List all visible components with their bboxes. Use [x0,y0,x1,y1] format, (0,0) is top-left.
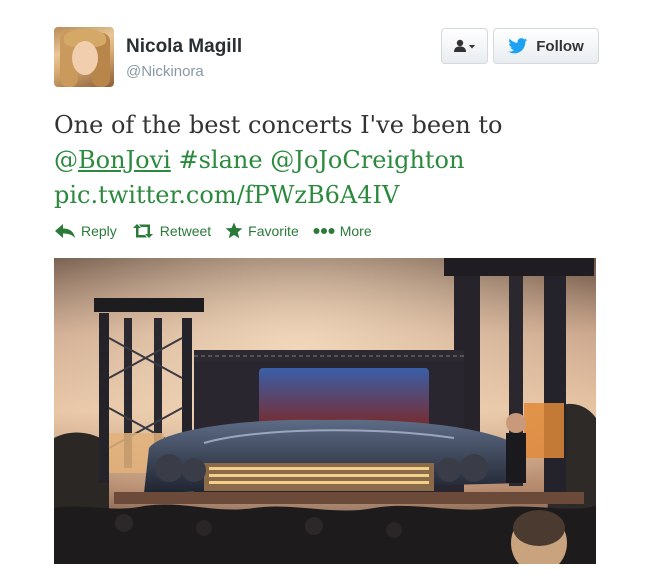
tweet-text: One of the best concerts I've been to @B… [54,108,594,213]
mention-name: BonJovi [78,146,171,174]
more-label: More [339,222,372,239]
retweet-icon [132,223,153,238]
hashtag-slane[interactable]: #slane [179,146,263,174]
tweet-photo[interactable] [54,258,596,564]
tweet-line-2: @BonJovi #slane @JoJoCreighton [54,143,594,178]
mention-at: @ [54,146,78,174]
more-dots-icon [313,227,335,234]
user-handle[interactable]: @Nickinora [126,63,204,80]
reply-action[interactable]: Reply [54,223,117,239]
more-action[interactable]: More [313,223,372,239]
follow-label: Follow [536,37,584,55]
tweet-actions: Reply Retweet Favorite More [54,222,386,239]
retweet-action[interactable]: Retweet [131,223,211,239]
avatar[interactable] [54,27,114,87]
pic-link[interactable]: pic.twitter.com/fPWzB6A4IV [54,181,399,209]
mention-bonjovi[interactable]: @BonJovi [54,146,171,174]
reply-label: Reply [81,222,117,239]
concert-photo-image [54,258,596,564]
reply-icon [55,223,75,238]
avatar-face [72,41,98,75]
tweet-line-3: pic.twitter.com/fPWzB6A4IV [54,178,594,213]
person-icon [453,39,475,52]
favorite-action[interactable]: Favorite [225,222,299,239]
user-menu-button[interactable] [441,28,488,64]
star-icon [225,222,243,239]
tweet-line-1: One of the best concerts I've been to [54,111,503,139]
display-name[interactable]: Nicola Magill [126,36,242,58]
twitter-bird-icon [508,38,528,54]
follow-button[interactable]: Follow [493,28,599,64]
favorite-label: Favorite [248,222,299,239]
retweet-label: Retweet [159,222,212,239]
mention-jojocreighton[interactable]: @JoJoCreighton [270,146,464,174]
